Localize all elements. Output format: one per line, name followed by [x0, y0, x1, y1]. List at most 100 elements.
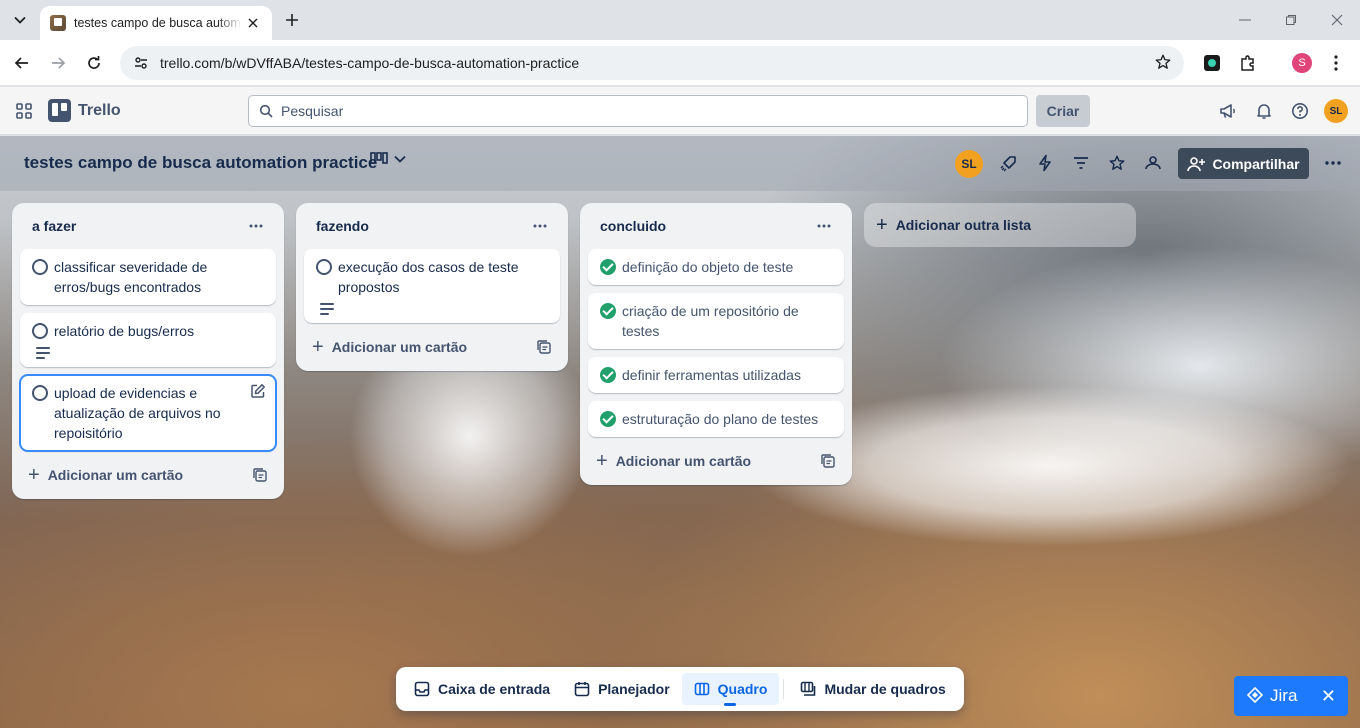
site-settings-icon[interactable]	[132, 54, 150, 72]
board-member-avatar[interactable]: SL	[955, 150, 983, 178]
trello-logo-text: Trello	[78, 101, 121, 119]
visibility-team-icon[interactable]	[1143, 153, 1163, 173]
create-from-template-icon[interactable]	[820, 453, 836, 469]
board-menu-icon[interactable]	[1323, 153, 1343, 173]
planner-nav-item[interactable]: Planejador	[562, 673, 682, 705]
add-card-button[interactable]: + Adicionar um cartão	[304, 331, 560, 363]
megaphone-icon[interactable]	[1218, 101, 1238, 121]
power-ups-rocket-icon[interactable]	[999, 153, 1019, 173]
board-view-switcher[interactable]	[370, 152, 406, 166]
extensions-puzzle-icon[interactable]	[1236, 51, 1260, 75]
card-title: definir ferramentas utilizadas	[622, 367, 801, 383]
new-tab-icon[interactable]	[282, 10, 302, 30]
list-fazendo: fazendo execução dos casos de teste prop…	[296, 203, 568, 371]
list-concluido: concluido definição do objeto de teste c…	[580, 203, 852, 485]
add-card-label: Adicionar um cartão	[331, 339, 468, 355]
help-icon[interactable]	[1290, 101, 1310, 121]
restore-icon[interactable]	[1279, 8, 1303, 32]
create-from-template-icon[interactable]	[252, 467, 268, 483]
add-card-button[interactable]: + Adicionar um cartão	[588, 445, 844, 477]
app-switcher-icon[interactable]	[14, 101, 34, 121]
completed-check-icon[interactable]	[600, 367, 616, 383]
card[interactable]: classificar severidade de erros/bugs enc…	[20, 249, 276, 305]
star-board-icon[interactable]	[1107, 153, 1127, 173]
browser-toolbar: trello.com/b/wDVffABA/testes-campo-de-bu…	[0, 40, 1360, 86]
search-placeholder: Pesquisar	[281, 103, 344, 119]
reload-icon[interactable]	[82, 51, 106, 75]
address-bar[interactable]: trello.com/b/wDVffABA/testes-campo-de-bu…	[120, 46, 1184, 80]
chevron-down-icon	[394, 155, 406, 163]
list-header: a fazer	[20, 203, 276, 249]
card[interactable]: estruturação do plano de testes	[588, 401, 844, 437]
nav-divider	[783, 679, 785, 699]
board-nav-item[interactable]: Quadro	[681, 673, 780, 706]
card[interactable]: relatório de bugs/erros	[20, 313, 276, 367]
trello-logo[interactable]: Trello	[48, 99, 121, 122]
plus-icon: +	[876, 213, 888, 236]
card[interactable]: upload de evidencias e atualização de ar…	[19, 374, 277, 452]
inbox-nav-item[interactable]: Caixa de entrada	[402, 673, 562, 705]
jira-logo-icon	[1246, 687, 1264, 704]
complete-checkbox[interactable]	[32, 323, 48, 339]
filter-icon[interactable]	[1071, 153, 1091, 173]
browser-profile-avatar[interactable]: S	[1292, 53, 1312, 73]
search-input[interactable]: Pesquisar	[248, 95, 1028, 127]
add-card-label: Adicionar um cartão	[615, 453, 752, 469]
card[interactable]: definição do objeto de teste	[588, 249, 844, 285]
tab-search-button[interactable]	[6, 8, 34, 32]
bottom-navigation: Caixa de entrada Planejador Quadro Mudar…	[396, 667, 964, 711]
browser-tab[interactable]: testes campo de busca automation practic…	[40, 6, 272, 40]
switch-boards-icon	[801, 681, 816, 696]
board-title[interactable]: testes campo de busca automation practic…	[24, 153, 377, 173]
card[interactable]: execução dos casos de teste propostos	[304, 249, 560, 323]
complete-checkbox[interactable]	[32, 385, 48, 401]
trello-header: Trello Pesquisar Criar SL	[0, 87, 1360, 135]
plus-icon: +	[596, 450, 608, 472]
chrome-menu-icon[interactable]	[1324, 51, 1348, 75]
back-icon[interactable]	[10, 51, 34, 75]
jira-widget[interactable]: Jira ✕	[1234, 676, 1348, 716]
create-from-template-icon[interactable]	[536, 339, 552, 355]
share-label: Compartilhar	[1212, 155, 1300, 172]
edit-card-icon[interactable]	[250, 383, 266, 399]
tab-close-icon[interactable]	[244, 14, 262, 32]
search-icon	[259, 104, 273, 118]
plus-icon: +	[28, 464, 40, 486]
card-title: definição do objeto de teste	[622, 259, 794, 275]
create-button[interactable]: Criar	[1036, 95, 1090, 127]
complete-checkbox[interactable]	[316, 259, 332, 275]
card-title: classificar severidade de erros/bugs enc…	[54, 259, 208, 295]
list-title[interactable]: a fazer	[32, 218, 76, 234]
list-menu-icon[interactable]	[244, 214, 268, 238]
card[interactable]: definir ferramentas utilizadas	[588, 357, 844, 393]
board-view-icon	[370, 152, 388, 164]
extension-icon[interactable]	[1200, 51, 1224, 75]
automation-bolt-icon[interactable]	[1035, 153, 1055, 173]
list-title[interactable]: fazendo	[316, 218, 369, 234]
complete-checkbox[interactable]	[32, 259, 48, 275]
user-avatar[interactable]: SL	[1324, 99, 1348, 123]
list-title[interactable]: concluido	[600, 218, 666, 234]
bookmark-star-icon[interactable]	[1154, 53, 1172, 74]
share-button[interactable]: Compartilhar	[1178, 148, 1309, 179]
card-title: relatório de bugs/erros	[54, 323, 195, 339]
tab-title: testes campo de busca automation practic…	[74, 16, 242, 30]
switch-boards-nav-item[interactable]: Mudar de quadros	[788, 673, 957, 705]
list-menu-icon[interactable]	[528, 214, 552, 238]
add-list-button[interactable]: + Adicionar outra lista	[864, 203, 1136, 247]
completed-check-icon[interactable]	[600, 259, 616, 275]
card[interactable]: criação de um repositório de testes	[588, 293, 844, 349]
forward-icon[interactable]	[46, 51, 70, 75]
add-card-label: Adicionar um cartão	[47, 467, 184, 483]
close-icon[interactable]: ✕	[1321, 686, 1336, 707]
card-title: execução dos casos de teste propostos	[338, 259, 519, 295]
add-card-button[interactable]: + Adicionar um cartão	[20, 459, 276, 491]
minimize-icon[interactable]	[1233, 8, 1257, 32]
plus-icon: +	[312, 336, 324, 358]
bell-icon[interactable]	[1254, 101, 1274, 121]
close-window-icon[interactable]	[1325, 8, 1349, 32]
completed-check-icon[interactable]	[600, 303, 616, 319]
completed-check-icon[interactable]	[600, 411, 616, 427]
board-icon	[694, 682, 709, 696]
list-menu-icon[interactable]	[812, 214, 836, 238]
